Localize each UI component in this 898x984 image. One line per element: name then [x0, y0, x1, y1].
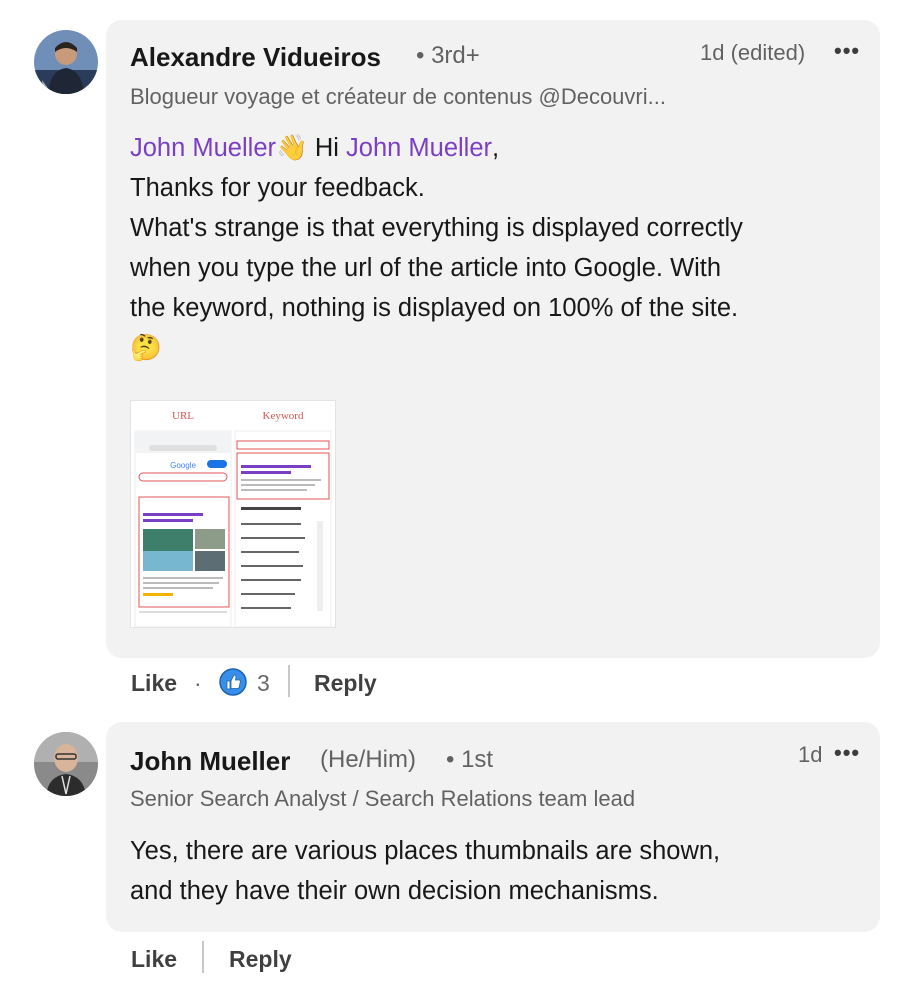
- avatar-photo: [34, 732, 98, 796]
- mention-link[interactable]: John Mueller: [346, 134, 492, 162]
- reaction-count[interactable]: 3: [257, 670, 270, 697]
- like-button[interactable]: Like: [131, 670, 177, 697]
- comment-line: What's strange is that everything is dis…: [130, 214, 743, 242]
- more-options-icon[interactable]: •••: [834, 38, 860, 64]
- avatar[interactable]: [34, 30, 98, 94]
- avatar[interactable]: [34, 732, 98, 796]
- comment-line: when you type the url of the article int…: [130, 254, 722, 282]
- thinking-emoji: 🤔: [130, 334, 162, 362]
- connection-degree: • 3rd+: [416, 42, 480, 69]
- comment-timestamp: 1d: [798, 742, 823, 767]
- image-label-url: URL: [172, 410, 194, 422]
- author-headline: Senior Search Analyst / Search Relations…: [130, 786, 636, 811]
- more-options-icon[interactable]: •••: [834, 740, 860, 766]
- comment-author-name[interactable]: John Mueller: [130, 746, 290, 777]
- comment-bubble: John Mueller (He/Him) • 1st 1d ••• Senio…: [106, 722, 880, 932]
- reply-button[interactable]: Reply: [229, 946, 292, 973]
- reply-button[interactable]: Reply: [314, 670, 377, 697]
- comment-line: Yes, there are various places thumbnails…: [130, 837, 721, 865]
- comment-text: Yes, there are various places thumbnails…: [130, 831, 860, 911]
- wave-emoji: 👋: [276, 134, 308, 162]
- author-headline: Blogueur voyage et créateur de contenus …: [130, 84, 666, 109]
- comment-line: Thanks for your feedback.: [130, 174, 425, 202]
- comment-line: and they have their own decision mechani…: [130, 877, 659, 905]
- mention-link[interactable]: John Mueller: [130, 134, 276, 162]
- image-label-keyword: Keyword: [263, 410, 304, 422]
- author-pronouns: (He/Him): [320, 746, 416, 773]
- comment-timestamp: 1d (edited): [700, 40, 806, 65]
- comment-text: John Mueller👋 Hi John Mueller, Thanks fo…: [130, 128, 860, 368]
- like-button[interactable]: Like: [131, 946, 177, 973]
- screenshot-comparison-image: URL Keyword Google: [131, 401, 335, 627]
- google-logo: Google: [170, 461, 196, 470]
- comment-author-name[interactable]: Alexandre Vidueiros: [130, 42, 381, 73]
- comment-image-attachment[interactable]: URL Keyword Google: [130, 400, 336, 628]
- separator-dot: ·: [194, 670, 202, 696]
- action-divider: [202, 941, 204, 973]
- comment-bubble: Alexandre Vidueiros • 3rd+ 1d (edited) •…: [106, 20, 880, 658]
- action-divider: [288, 665, 290, 697]
- like-reaction-icon[interactable]: [219, 668, 247, 702]
- avatar-photo: [34, 30, 98, 94]
- connection-degree: • 1st: [446, 746, 494, 773]
- comment-line: the keyword, nothing is displayed on 100…: [130, 294, 739, 322]
